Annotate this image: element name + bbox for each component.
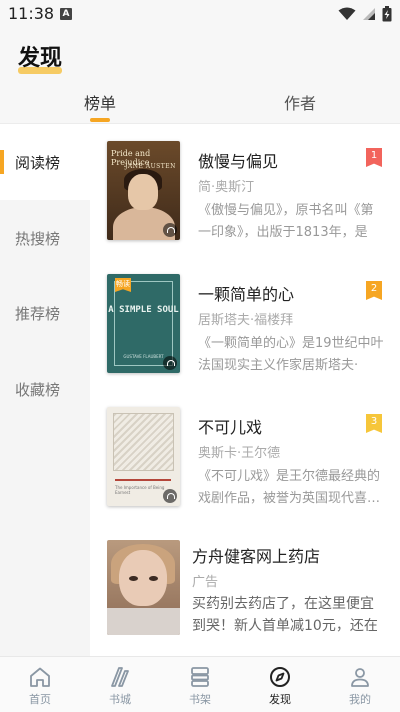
nav-label: 首页	[29, 693, 51, 706]
side-item-hot-search[interactable]: 热搜榜	[0, 200, 90, 276]
bookstore-icon	[111, 667, 129, 687]
tab-rankings[interactable]: 榜单	[50, 90, 150, 114]
header: 发现	[0, 28, 400, 78]
book-cover[interactable]: 畅读 A SIMPLE SOUL GUSTAVE FLAUBERT	[107, 274, 180, 373]
compass-icon	[270, 667, 290, 687]
book-cover[interactable]: Pride and Prejudice JANE AUSTEN	[107, 141, 180, 240]
nav-label: 我的	[349, 693, 371, 706]
status-bar: 11:38 A	[0, 0, 400, 28]
nav-bookstore[interactable]: 书城	[80, 657, 160, 712]
side-item-favorites[interactable]: 收藏榜	[0, 351, 90, 427]
book-title: 傲慢与偏见	[198, 152, 279, 171]
ad-eye	[129, 576, 138, 581]
headphones-icon	[163, 223, 177, 237]
cover-illustration	[113, 413, 174, 471]
ad-eye	[149, 576, 158, 581]
page-title-text: 发现	[18, 46, 63, 71]
book-card[interactable]: Pride and Prejudice JANE AUSTEN 傲慢与偏见 简·…	[90, 124, 400, 257]
side-item-recommend[interactable]: 推荐榜	[0, 275, 90, 351]
book-card[interactable]: 畅读 A SIMPLE SOUL GUSTAVE FLAUBERT 一颗简单的心…	[90, 257, 400, 390]
notification-icon: A	[60, 8, 72, 20]
nav-label: 书架	[189, 693, 211, 706]
nav-home[interactable]: 首页	[0, 657, 80, 712]
rank-badge: 1	[366, 148, 382, 167]
book-cover[interactable]: The Importance of Being Earnest	[107, 407, 180, 506]
rank-badge: 3	[366, 414, 382, 433]
ad-description: 买药别去药店了，在这里便宜到哭！新人首单减10元，还在等…	[192, 596, 378, 634]
profile-icon	[351, 668, 369, 687]
ad-label: 广告	[192, 575, 219, 590]
side-item-label: 收藏榜	[15, 381, 61, 399]
nav-label: 书城	[109, 693, 131, 706]
wifi-icon	[338, 7, 356, 20]
book-author: 简·奥斯汀	[198, 180, 255, 195]
book-description: 《一颗简单的心》是19世纪中叶法国现实主义作家居斯塔夫·福…	[198, 336, 384, 373]
nav-bookshelf[interactable]: 书架	[160, 657, 240, 712]
cover-face	[128, 174, 158, 210]
book-author: 奥斯卡·王尔德	[198, 446, 281, 461]
book-card[interactable]: The Importance of Being Earnest 不可儿戏 奥斯卡…	[90, 390, 400, 523]
side-menu: 阅读榜 热搜榜 推荐榜 收藏榜	[0, 124, 90, 656]
headphones-icon	[163, 489, 177, 503]
side-item-reading[interactable]: 阅读榜	[0, 124, 90, 200]
battery-charging-icon	[382, 6, 392, 22]
signal-icon	[363, 8, 375, 20]
book-title: 一颗简单的心	[198, 285, 295, 304]
bottom-nav: 首页 书城 书架 发现 我的	[0, 656, 400, 712]
book-title: 不可儿戏	[198, 418, 263, 437]
nav-label: 发现	[269, 693, 291, 706]
active-indicator	[0, 150, 4, 174]
home-icon	[30, 667, 50, 687]
status-icons	[338, 5, 392, 23]
nav-discover[interactable]: 发现	[240, 657, 320, 712]
cover-rule	[115, 479, 171, 481]
book-author: 居斯塔夫·福楼拜	[198, 313, 294, 328]
tab-authors[interactable]: 作者	[250, 90, 350, 114]
side-item-label: 阅读榜	[15, 154, 61, 172]
rank-list: Pride and Prejudice JANE AUSTEN 傲慢与偏见 简·…	[90, 124, 400, 656]
ad-face	[119, 550, 167, 606]
cover-title: A SIMPLE SOUL	[108, 305, 179, 315]
ad-title: 方舟健客网上药店	[192, 547, 321, 566]
top-tabs: 榜单 作者	[0, 78, 400, 124]
rank-badge: 2	[366, 281, 382, 300]
side-item-label: 推荐榜	[15, 305, 61, 323]
nav-profile[interactable]: 我的	[320, 657, 400, 712]
ad-card[interactable]: 方舟健客网上药店 广告 买药别去药店了，在这里便宜到哭！新人首单减10元，还在等…	[90, 523, 400, 656]
ad-shirt	[107, 608, 180, 635]
page-title: 发现	[18, 40, 62, 72]
bookshelf-icon	[191, 667, 209, 687]
ad-image[interactable]	[107, 540, 180, 635]
tab-indicator	[90, 118, 110, 122]
status-time: 11:38	[8, 4, 55, 23]
book-description: 《不可儿戏》是王尔德最经典的戏剧作品，被誉为英国现代喜…	[198, 469, 381, 506]
headphones-icon	[163, 356, 177, 370]
side-item-label: 热搜榜	[15, 230, 61, 248]
book-description: 《傲慢与偏见》，原书名叫《第一印象》，出版于1813年，是1…	[198, 203, 374, 240]
